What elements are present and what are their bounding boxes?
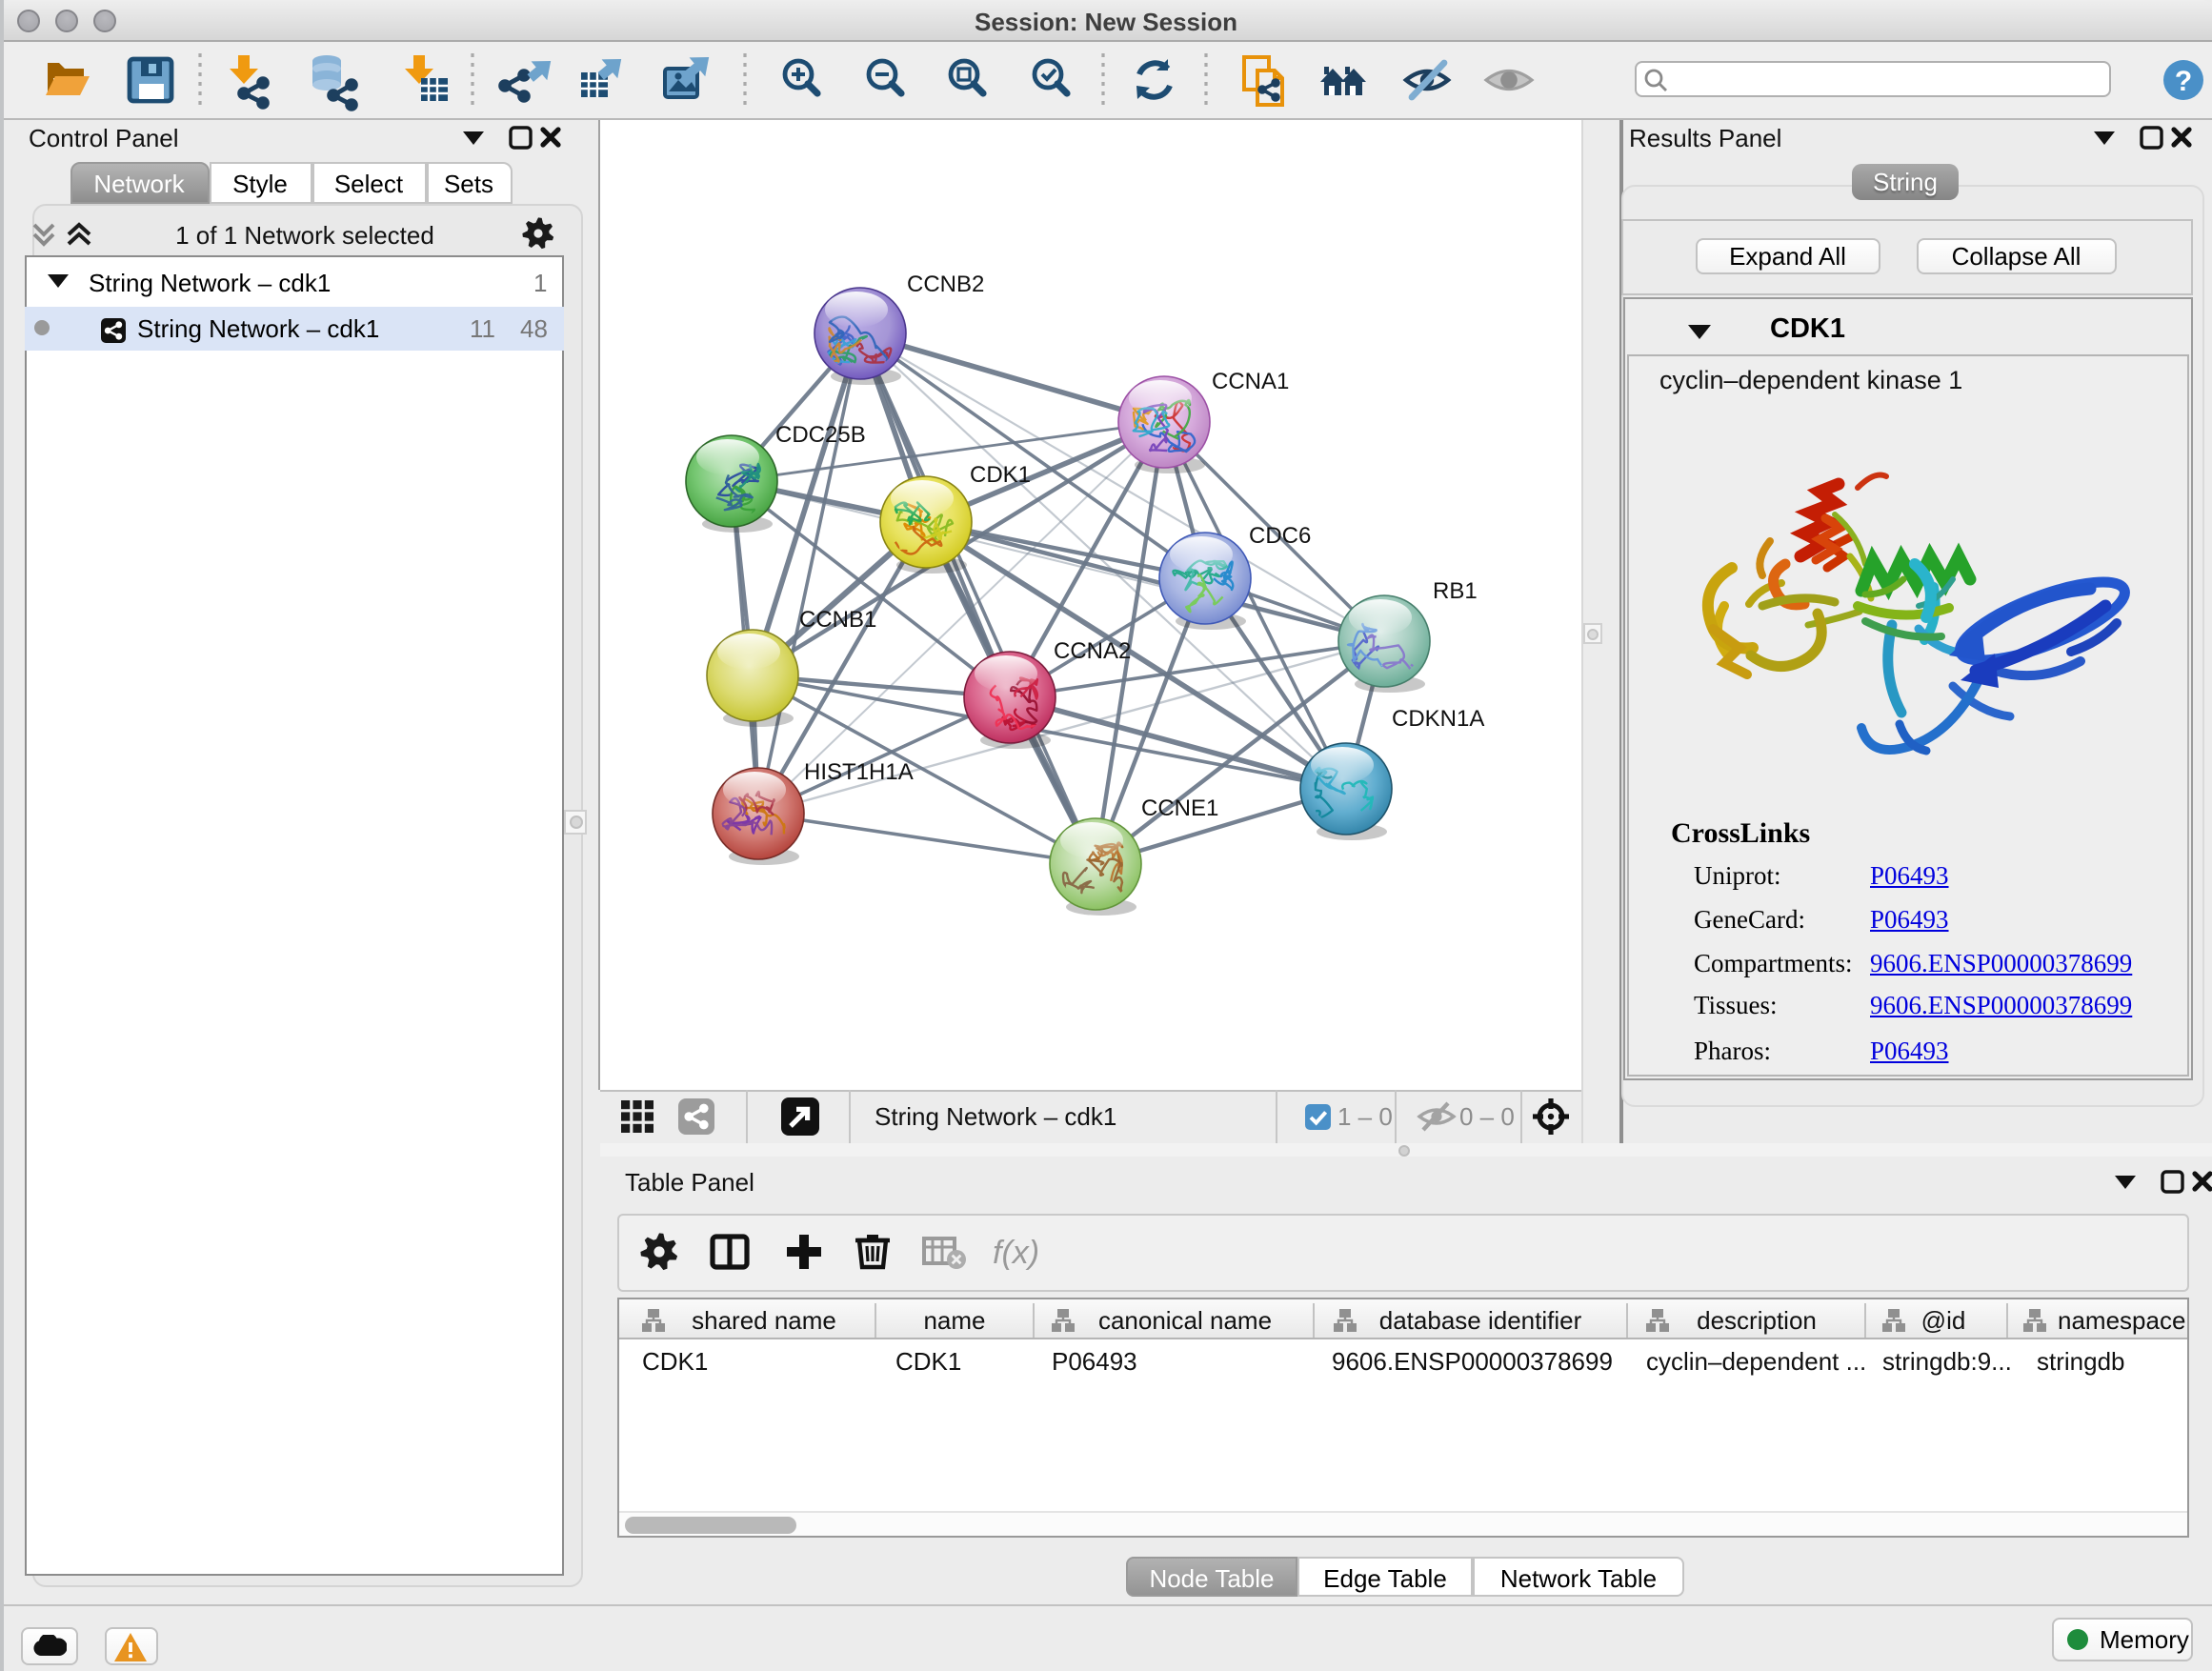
- svg-text:1 – 0: 1 – 0: [1337, 1102, 1393, 1131]
- svg-text:HIST1H1A: HIST1H1A: [804, 759, 914, 785]
- svg-text:shared name: shared name: [691, 1306, 835, 1335]
- svg-text:name: name: [922, 1306, 984, 1335]
- svg-text:String Network – cdk1: String Network – cdk1: [875, 1102, 1116, 1131]
- svg-text:CDKN1A: CDKN1A: [1392, 706, 1484, 732]
- svg-text:CDC25B: CDC25B: [775, 422, 866, 448]
- svg-text:CCNB1: CCNB1: [799, 607, 876, 633]
- svg-text:CCNA2: CCNA2: [1054, 638, 1131, 664]
- svg-text:CCNB2: CCNB2: [907, 272, 984, 297]
- svg-text:CDK1: CDK1: [895, 1347, 960, 1376]
- svg-text:0 – 0: 0 – 0: [1459, 1102, 1515, 1131]
- svg-text:?: ?: [2175, 65, 2192, 96]
- svg-text:CCNE1: CCNE1: [1141, 795, 1218, 821]
- svg-text:namespace: namespace: [2057, 1306, 2184, 1335]
- svg-text:description: description: [1696, 1306, 1816, 1335]
- svg-text:cyclin–dependent ...: cyclin–dependent ...: [1645, 1347, 1865, 1376]
- svg-text:CDC6: CDC6: [1249, 523, 1311, 549]
- svg-text:RB1: RB1: [1433, 578, 1478, 604]
- svg-text:stringdb: stringdb: [2036, 1347, 2124, 1376]
- svg-text:9606.ENSP00000378699: 9606.ENSP00000378699: [1331, 1347, 1612, 1376]
- svg-text:CCNA1: CCNA1: [1212, 369, 1289, 394]
- svg-text:CDK1: CDK1: [641, 1347, 707, 1376]
- svg-text:stringdb:9...: stringdb:9...: [1881, 1347, 2011, 1376]
- svg-text:database identifier: database identifier: [1378, 1306, 1581, 1335]
- svg-text:f(x): f(x): [992, 1235, 1038, 1271]
- svg-text:canonical name: canonical name: [1097, 1306, 1271, 1335]
- svg-text:CDK1: CDK1: [970, 462, 1031, 488]
- svg-text:@id: @id: [1920, 1306, 1965, 1335]
- svg-text:P06493: P06493: [1051, 1347, 1136, 1376]
